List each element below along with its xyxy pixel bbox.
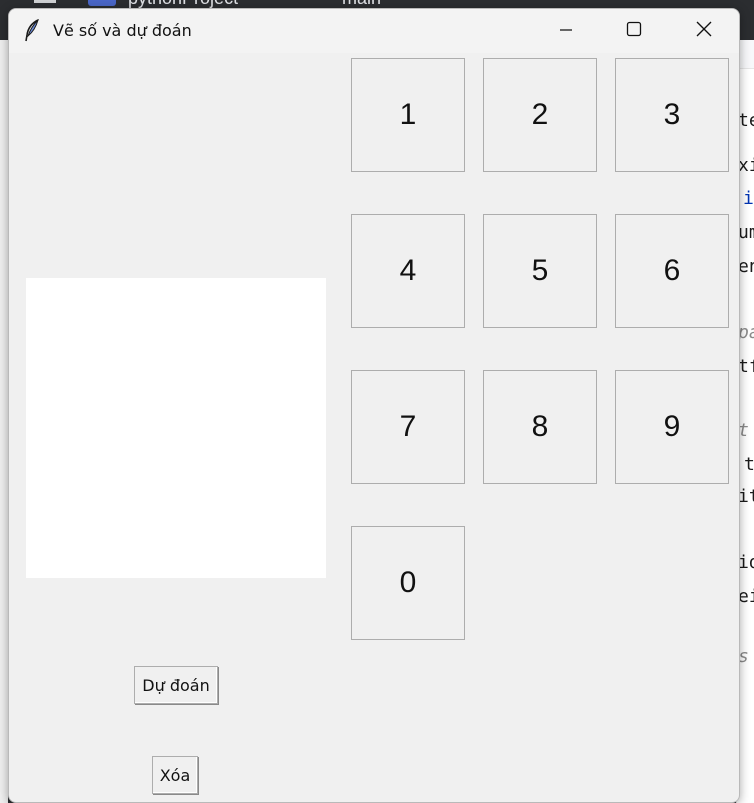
editor-line: xi (738, 155, 754, 176)
editor-line: um (738, 222, 754, 243)
digit-button-1[interactable]: 1 (351, 58, 465, 172)
maximize-button[interactable] (611, 9, 657, 53)
editor-line: en (738, 256, 754, 277)
digit-button-3[interactable]: 3 (615, 58, 729, 172)
ide-left-strip (0, 40, 8, 803)
editor-line: id (738, 552, 754, 573)
hamburger-menu-icon[interactable] (34, 0, 56, 3)
minimize-icon (559, 22, 573, 41)
ide-top-bar: pythonProject main (0, 0, 754, 8)
digit-button-2[interactable]: 2 (483, 58, 597, 172)
digit-button-9[interactable]: 9 (615, 370, 729, 484)
maximize-icon (626, 21, 642, 41)
editor-line: te (738, 110, 754, 131)
digit-button-4[interactable]: 4 (351, 214, 465, 328)
app-window: Vẽ số và dự đoán 1 2 3 4 5 6 7 8 9 0 Dự … (8, 8, 740, 803)
drawing-canvas[interactable] (26, 278, 326, 578)
editor-line: i (743, 188, 754, 209)
editor-line: t (744, 454, 754, 475)
ide-branch-name[interactable]: main (342, 0, 381, 8)
project-badge (88, 0, 116, 6)
minimize-button[interactable] (543, 9, 589, 53)
editor-line: pa (738, 322, 754, 343)
digit-button-6[interactable]: 6 (615, 214, 729, 328)
window-title: Vẽ số và dự đoán (53, 21, 192, 40)
digit-button-7[interactable]: 7 (351, 370, 465, 484)
digit-button-8[interactable]: 8 (483, 370, 597, 484)
clear-button[interactable]: Xóa (152, 756, 198, 794)
ide-project-name[interactable]: pythonProject (128, 0, 238, 8)
editor-line: it (738, 486, 754, 507)
predict-button[interactable]: Dự đoán (134, 666, 218, 704)
title-bar[interactable]: Vẽ số và dự đoán (9, 9, 739, 53)
digit-button-5[interactable]: 5 (483, 214, 597, 328)
feather-icon (23, 18, 41, 43)
close-icon (696, 21, 712, 41)
editor-line: tf (738, 356, 754, 377)
digit-button-0[interactable]: 0 (351, 526, 465, 640)
editor-line: ei (738, 586, 754, 607)
close-button[interactable] (681, 9, 727, 53)
